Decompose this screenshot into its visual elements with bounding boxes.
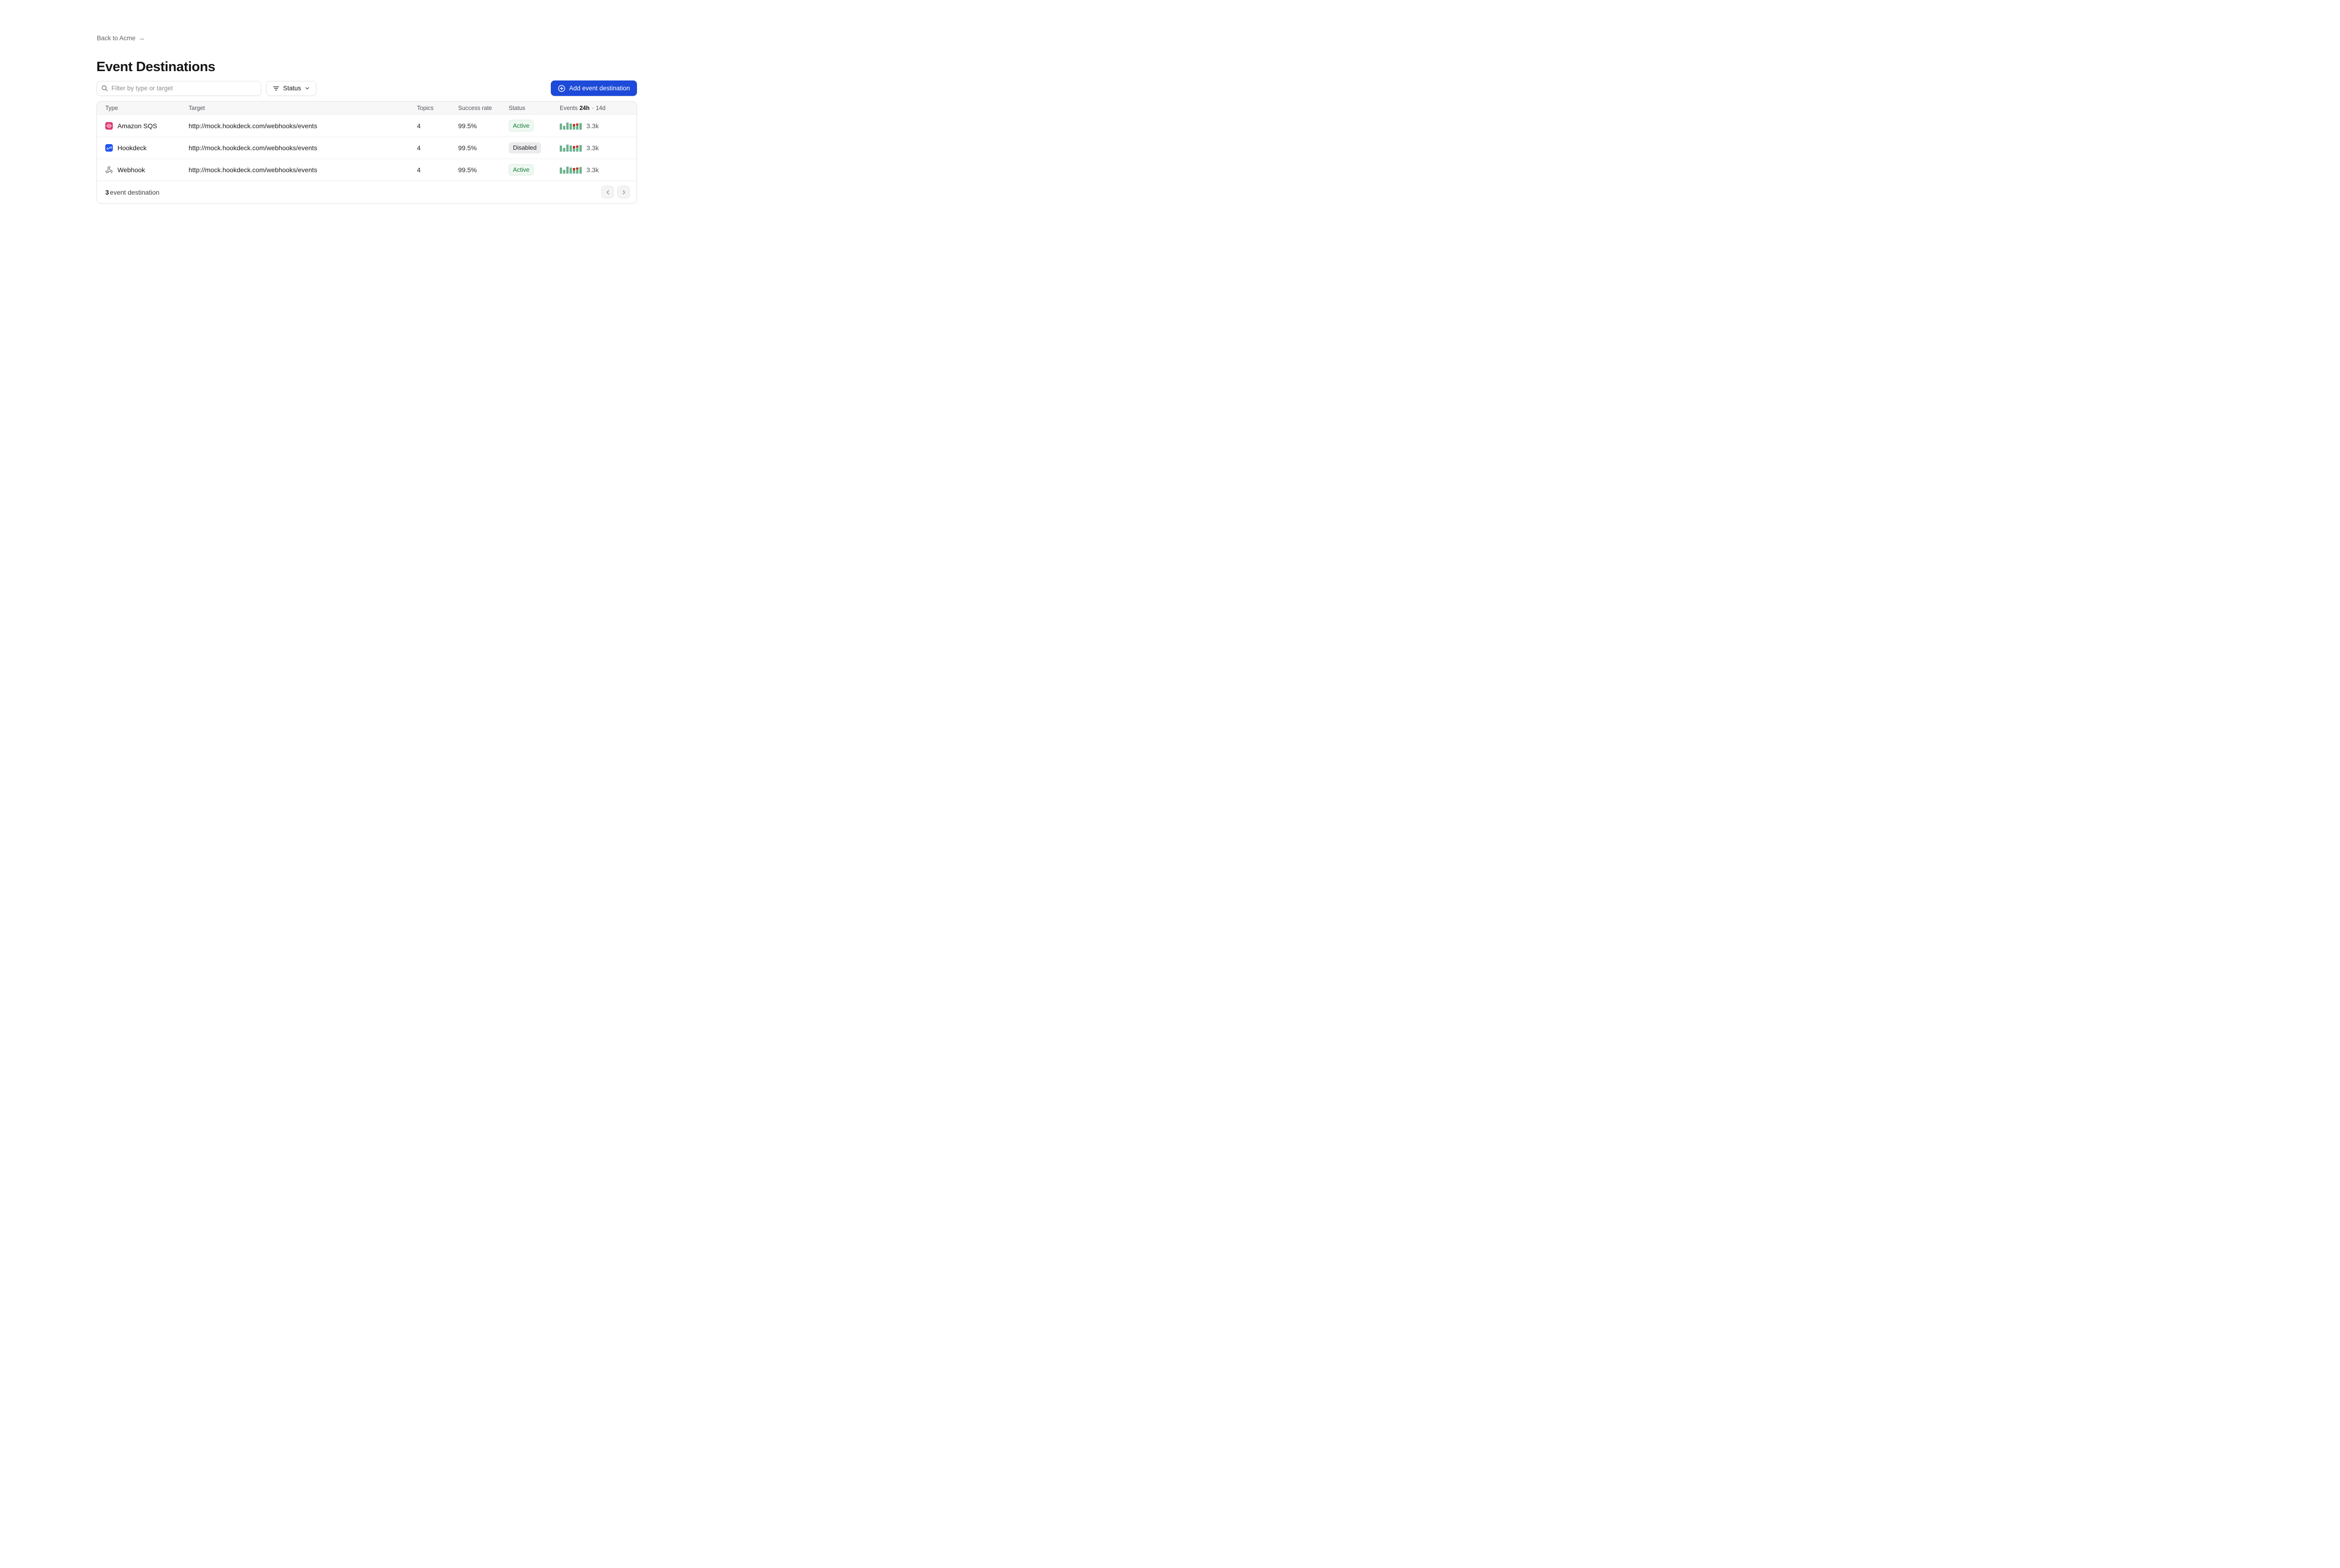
column-header-status: Status bbox=[504, 105, 555, 111]
status-badge: Disabled bbox=[509, 142, 541, 154]
hookdeck-icon bbox=[105, 144, 113, 152]
destination-target-url: http://mock.hookdeck.com/webhooks/events bbox=[189, 166, 411, 174]
chevron-right-icon bbox=[621, 190, 627, 195]
column-header-success-rate: Success rate bbox=[453, 105, 504, 111]
status-filter-button[interactable]: Status bbox=[266, 81, 316, 96]
events-count: 3.3k bbox=[586, 144, 599, 152]
events-sparkline-chart bbox=[560, 122, 582, 130]
add-button-label: Add event destination bbox=[569, 85, 630, 92]
events-count: 3.3k bbox=[586, 166, 599, 174]
event-destinations-page: Back to Acme → Event Destinations Status bbox=[0, 0, 734, 474]
column-header-topics: Topics bbox=[411, 105, 453, 111]
events-sparkline-chart bbox=[560, 144, 582, 152]
back-link[interactable]: Back to Acme → bbox=[97, 34, 145, 42]
status-badge: Active bbox=[509, 164, 534, 176]
events-range-14d: 14d bbox=[596, 105, 606, 111]
destination-target-url: http://mock.hookdeck.com/webhooks/events bbox=[189, 144, 411, 152]
table-header-row: Type Target Topics Success rate Status E… bbox=[97, 102, 636, 115]
destination-target-url: http://mock.hookdeck.com/webhooks/events bbox=[189, 122, 411, 130]
destination-topics-count: 4 bbox=[411, 166, 453, 174]
column-header-events: Events24h·14d bbox=[555, 105, 628, 111]
status-badge: Active bbox=[509, 120, 534, 131]
table-footer: 3event destination bbox=[97, 181, 636, 203]
search-box bbox=[96, 81, 261, 96]
destination-success-rate: 99.5% bbox=[453, 122, 504, 130]
destination-success-rate: 99.5% bbox=[453, 166, 504, 174]
table-row[interactable]: Webhook http://mock.hookdeck.com/webhook… bbox=[97, 159, 636, 181]
amazon-sqs-icon bbox=[105, 122, 113, 130]
destination-type-label: Webhook bbox=[117, 166, 145, 174]
search-input[interactable] bbox=[96, 81, 261, 96]
row-count: 3event destination bbox=[105, 189, 160, 196]
add-event-destination-button[interactable]: Add event destination bbox=[551, 80, 637, 96]
back-link-label: Back to Acme bbox=[97, 35, 136, 42]
prev-page-button[interactable] bbox=[601, 186, 614, 198]
table-row[interactable]: Hookdeck http://mock.hookdeck.com/webhoo… bbox=[97, 137, 636, 159]
event-destinations-table: Type Target Topics Success rate Status E… bbox=[96, 101, 637, 204]
plus-circle-icon bbox=[558, 85, 565, 92]
webhook-icon bbox=[105, 166, 113, 174]
chevron-left-icon bbox=[605, 190, 611, 195]
destination-topics-count: 4 bbox=[411, 144, 453, 152]
events-sparkline-chart bbox=[560, 166, 582, 174]
chevron-down-icon bbox=[305, 86, 310, 91]
destination-success-rate: 99.5% bbox=[453, 144, 504, 152]
table-body: Amazon SQS http://mock.hookdeck.com/webh… bbox=[97, 115, 636, 181]
column-header-target: Target bbox=[189, 105, 411, 111]
pagination bbox=[601, 186, 630, 198]
page-title: Event Destinations bbox=[96, 59, 215, 75]
destination-type-label: Amazon SQS bbox=[117, 122, 157, 130]
status-filter-label: Status bbox=[283, 85, 301, 92]
arrow-right-icon: → bbox=[139, 34, 145, 42]
destination-topics-count: 4 bbox=[411, 122, 453, 130]
filter-lines-icon bbox=[273, 85, 279, 92]
table-row[interactable]: Amazon SQS http://mock.hookdeck.com/webh… bbox=[97, 115, 636, 137]
next-page-button[interactable] bbox=[617, 186, 630, 198]
destination-type-label: Hookdeck bbox=[117, 144, 146, 152]
events-range-24h: 24h bbox=[579, 105, 590, 111]
column-header-type: Type bbox=[105, 105, 189, 111]
toolbar: Status Add event destination bbox=[96, 80, 637, 96]
events-count: 3.3k bbox=[586, 122, 599, 130]
